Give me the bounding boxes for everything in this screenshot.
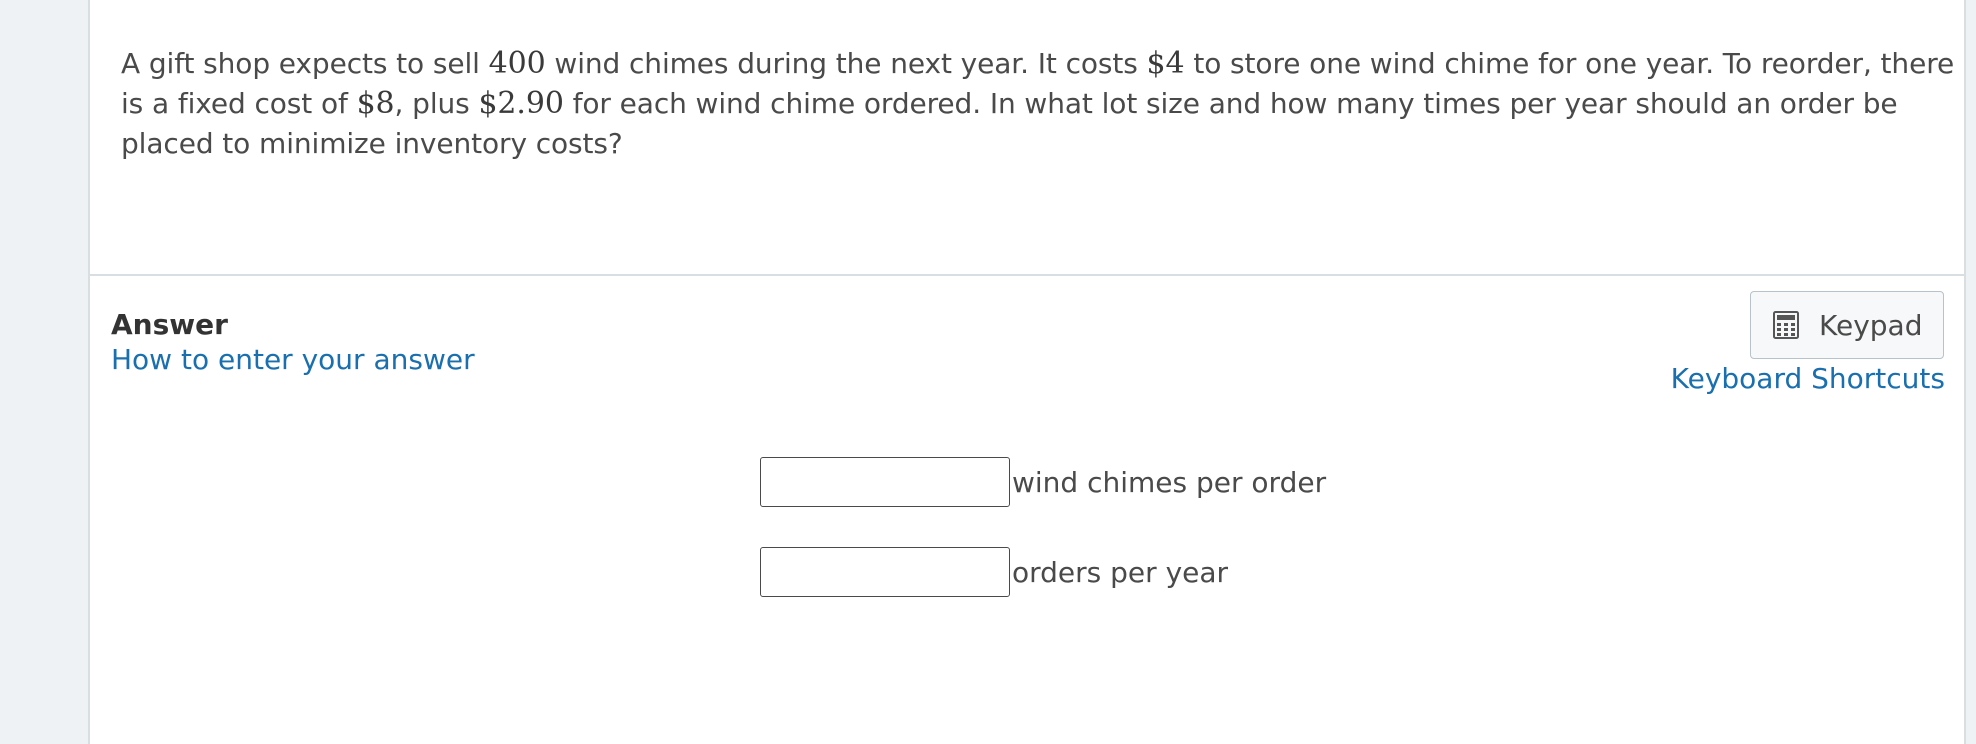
keypad-label: Keypad xyxy=(1819,308,1923,342)
unit-cost-value: $2.90 xyxy=(478,86,564,121)
orders-per-year-input[interactable] xyxy=(760,547,1010,597)
question-text-part: wind chimes during the next year. It cos… xyxy=(545,47,1147,80)
answer-heading: Answer xyxy=(111,308,228,341)
question-text-part: A gift shop expects to sell xyxy=(121,47,489,80)
answer-row-lot-size: wind chimes per order xyxy=(760,457,1326,507)
how-to-enter-answer-link[interactable]: How to enter your answer xyxy=(111,343,475,376)
question-card: A gift shop expects to sell 400 wind chi… xyxy=(88,0,1966,744)
orders-per-year-unit-label: orders per year xyxy=(1012,555,1229,589)
lot-size-input[interactable] xyxy=(760,457,1010,507)
question-text-part: , plus xyxy=(394,87,479,120)
section-divider xyxy=(90,274,1964,276)
question-text: A gift shop expects to sell 400 wind chi… xyxy=(121,44,1976,164)
calculator-icon xyxy=(1773,311,1799,339)
fixed-cost-value: $8 xyxy=(356,86,395,121)
keypad-button[interactable]: Keypad xyxy=(1750,291,1944,359)
storage-cost-value: $4 xyxy=(1146,46,1185,81)
answer-row-orders: orders per year xyxy=(760,547,1228,597)
lot-size-unit-label: wind chimes per order xyxy=(1012,465,1327,499)
keyboard-shortcuts-link[interactable]: Keyboard Shortcuts xyxy=(1671,362,1945,395)
quantity-value: 400 xyxy=(488,46,546,81)
left-gutter xyxy=(0,0,88,744)
